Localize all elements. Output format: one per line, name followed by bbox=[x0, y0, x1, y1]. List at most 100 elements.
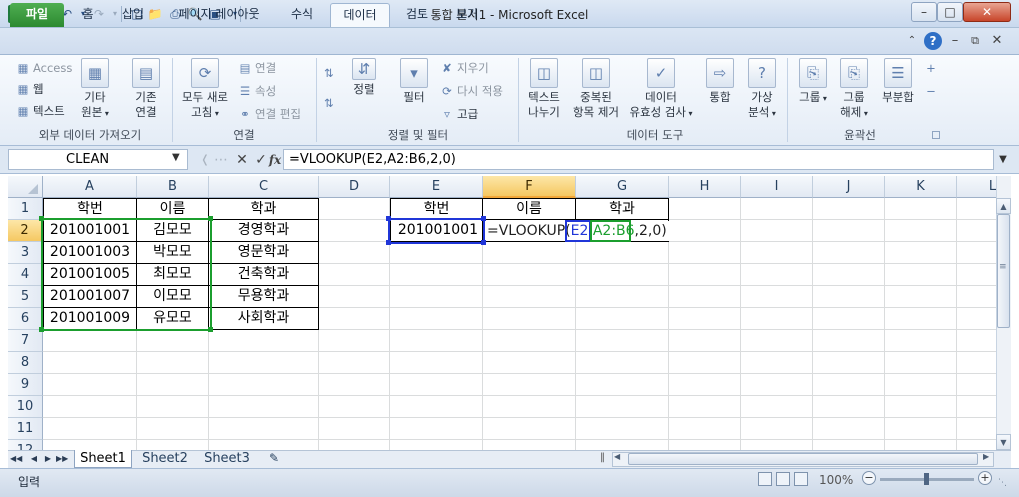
grid-cell[interactable] bbox=[669, 308, 741, 330]
grid-cell[interactable] bbox=[669, 352, 741, 374]
prev-sheet-icon[interactable]: ◀ bbox=[28, 452, 40, 466]
show-detail-button[interactable]: + bbox=[924, 59, 941, 77]
grid-cell[interactable] bbox=[390, 396, 483, 418]
name-cell[interactable]: 박모모 bbox=[137, 242, 209, 264]
row-header[interactable]: 3 bbox=[8, 242, 43, 264]
grid-cell[interactable] bbox=[483, 374, 576, 396]
hide-detail-button[interactable]: − bbox=[924, 82, 941, 100]
grid-cell[interactable] bbox=[669, 396, 741, 418]
grid-cell[interactable] bbox=[957, 352, 996, 374]
web-button[interactable]: ▦ 웹 bbox=[16, 80, 44, 98]
insert-function-icon[interactable]: fx bbox=[266, 150, 284, 170]
range-handle[interactable] bbox=[386, 216, 391, 221]
column-header[interactable]: C bbox=[209, 176, 319, 198]
grid-cell[interactable] bbox=[576, 352, 669, 374]
doc-restore-icon[interactable]: ⧉ bbox=[966, 32, 984, 50]
header-cell[interactable]: 학과 bbox=[209, 198, 319, 220]
column-header[interactable]: I bbox=[741, 176, 813, 198]
grid-cell[interactable] bbox=[137, 330, 209, 352]
grid-cell[interactable] bbox=[741, 352, 813, 374]
consolidate-button[interactable]: ⇨ 통합 bbox=[700, 58, 740, 105]
what-if-analysis-button[interactable]: ? 가상 분석 ▾ bbox=[742, 58, 782, 121]
grid-cell[interactable] bbox=[576, 396, 669, 418]
grid-cell[interactable] bbox=[390, 440, 483, 450]
range-handle[interactable] bbox=[208, 327, 213, 332]
grid-cell[interactable] bbox=[319, 308, 390, 330]
grid-cell[interactable] bbox=[483, 396, 576, 418]
help-icon[interactable]: ? bbox=[924, 32, 942, 50]
existing-connections-button[interactable]: ▤ 기존 연결 bbox=[124, 58, 168, 120]
tab-file[interactable]: 파일 bbox=[10, 3, 64, 27]
grid-cell[interactable] bbox=[669, 198, 741, 220]
grid-cell[interactable] bbox=[741, 220, 813, 242]
row-header[interactable]: 8 bbox=[8, 352, 43, 374]
grid-cell[interactable] bbox=[319, 374, 390, 396]
grid-cell[interactable] bbox=[885, 396, 957, 418]
student-id-cell[interactable]: 201001009 bbox=[43, 308, 137, 330]
remove-duplicates-button[interactable]: ◫ 중복된 항목 제거 bbox=[568, 58, 624, 120]
grid-cell[interactable] bbox=[576, 308, 669, 330]
scroll-down-icon[interactable]: ▼ bbox=[996, 434, 1011, 450]
row-header[interactable]: 11 bbox=[8, 418, 43, 440]
column-header[interactable]: D bbox=[319, 176, 390, 198]
grid-cell[interactable] bbox=[483, 308, 576, 330]
grid-cell[interactable] bbox=[813, 308, 885, 330]
grid-cell[interactable] bbox=[741, 440, 813, 450]
grid-cell[interactable] bbox=[669, 374, 741, 396]
grid-cell[interactable] bbox=[319, 286, 390, 308]
filter-button[interactable]: ▾ 필터 bbox=[392, 58, 436, 105]
grid-cell[interactable] bbox=[390, 330, 483, 352]
name-cell[interactable]: 유모모 bbox=[137, 308, 209, 330]
grid-cell[interactable] bbox=[483, 286, 576, 308]
dept-cell[interactable]: 사회학과 bbox=[209, 308, 319, 330]
connections-button[interactable]: ▤ 연결 bbox=[238, 59, 277, 77]
insert-sheet-icon[interactable]: ✎ bbox=[262, 450, 286, 468]
student-id-cell[interactable]: 201001005 bbox=[43, 264, 137, 286]
sort-descending-button[interactable]: ⇅ bbox=[322, 94, 339, 112]
sort-ascending-button[interactable]: ⇅ bbox=[322, 64, 339, 82]
dept-cell[interactable]: 건축학과 bbox=[209, 264, 319, 286]
grid-cell[interactable] bbox=[319, 220, 390, 242]
grid-cell[interactable] bbox=[319, 440, 390, 450]
grid-cell[interactable] bbox=[741, 308, 813, 330]
grid-cell[interactable] bbox=[741, 264, 813, 286]
grid-cell[interactable] bbox=[885, 198, 957, 220]
column-header[interactable]: J bbox=[813, 176, 885, 198]
grid-cell[interactable] bbox=[813, 418, 885, 440]
student-id-cell[interactable]: 201001001 bbox=[43, 220, 137, 242]
grid-cell[interactable] bbox=[319, 330, 390, 352]
grid-cell[interactable] bbox=[43, 374, 137, 396]
header-cell[interactable]: 이름 bbox=[137, 198, 209, 220]
grid-cell[interactable] bbox=[669, 330, 741, 352]
grid-cell[interactable] bbox=[813, 242, 885, 264]
grid-cell[interactable] bbox=[137, 374, 209, 396]
grid-cell[interactable] bbox=[209, 352, 319, 374]
grid-cell[interactable] bbox=[813, 440, 885, 450]
grid-cell[interactable] bbox=[957, 440, 996, 450]
grid-cell[interactable] bbox=[885, 286, 957, 308]
grid-cell[interactable] bbox=[885, 242, 957, 264]
grid-cell[interactable] bbox=[209, 396, 319, 418]
page-break-view-icon[interactable] bbox=[794, 472, 808, 486]
grid-cell[interactable] bbox=[885, 308, 957, 330]
grid-cell[interactable] bbox=[741, 396, 813, 418]
first-sheet-icon[interactable]: ◀◀ bbox=[10, 452, 22, 466]
grid-cell[interactable] bbox=[813, 198, 885, 220]
grid-cell[interactable] bbox=[209, 374, 319, 396]
grid-cell[interactable] bbox=[209, 330, 319, 352]
sort-button[interactable]: ⇵ 정렬 bbox=[342, 58, 386, 97]
page-layout-view-icon[interactable] bbox=[776, 472, 790, 486]
tab-split-handle-icon[interactable]: ‖ bbox=[600, 452, 605, 463]
text-import-button[interactable]: ▦ 텍스트 bbox=[16, 102, 65, 120]
edit-links-button[interactable]: ⚭ 연결 편집 bbox=[238, 105, 301, 123]
grid-cell[interactable] bbox=[576, 264, 669, 286]
range-handle[interactable] bbox=[39, 327, 44, 332]
grid-cell[interactable] bbox=[390, 286, 483, 308]
grid-cell[interactable] bbox=[669, 242, 741, 264]
grid-cell[interactable] bbox=[957, 330, 996, 352]
column-header[interactable]: G bbox=[576, 176, 669, 198]
grid-cell[interactable] bbox=[885, 330, 957, 352]
column-header[interactable]: E bbox=[390, 176, 483, 198]
grid-cell[interactable] bbox=[885, 220, 957, 242]
grid-cell[interactable] bbox=[813, 374, 885, 396]
